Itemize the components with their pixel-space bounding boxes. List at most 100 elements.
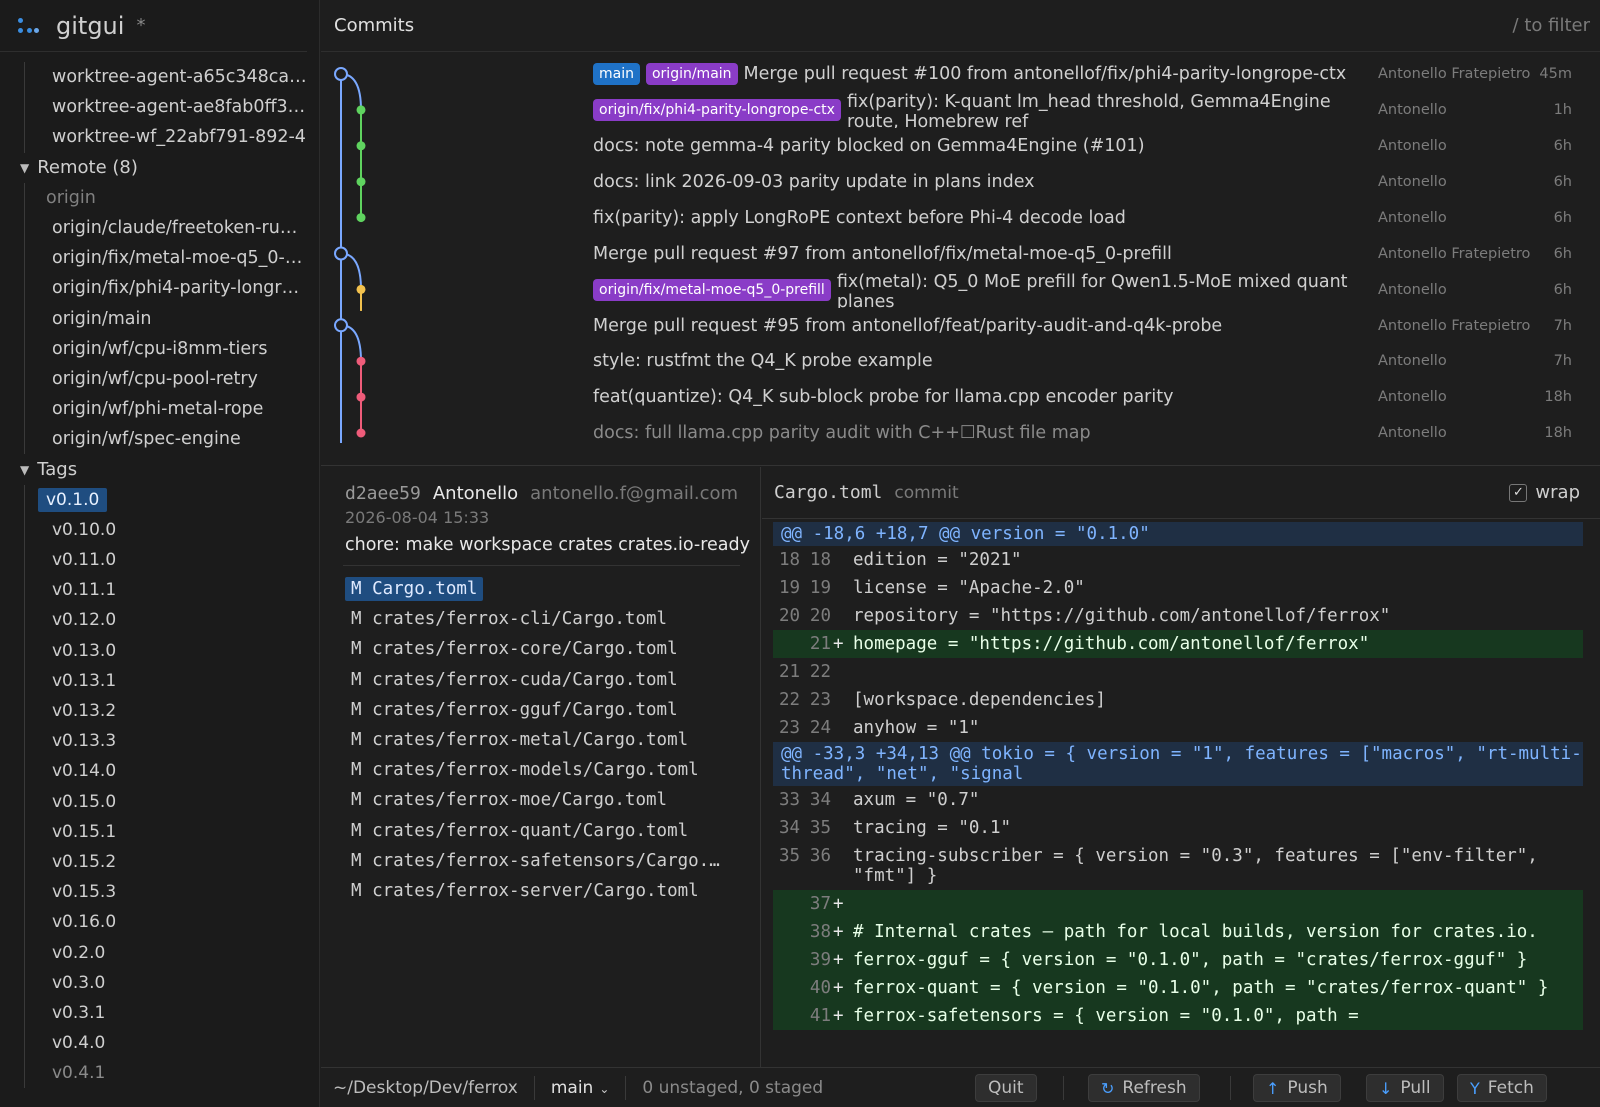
quit-button[interactable]: Quit bbox=[975, 1074, 1037, 1102]
old-line-number: 19 bbox=[779, 578, 801, 598]
line-text: ferrox-gguf = { version = "0.1.0", path … bbox=[853, 950, 1528, 970]
sidebar-group-remote[interactable]: ▼ Remote (8) bbox=[0, 153, 310, 183]
changed-file[interactable]: M crates/ferrox-models/Cargo.toml bbox=[345, 755, 745, 785]
sidebar-item-remote-branch[interactable]: origin/wf/cpu-pool-retry bbox=[0, 363, 310, 395]
sidebar-item-remote-branch[interactable]: origin/fix/phi4-parity-longr… bbox=[0, 273, 310, 304]
commit-subject: chore: make workspace crates crates.io-r… bbox=[345, 535, 750, 555]
sidebar-item-tag[interactable]: v0.1.0 bbox=[0, 484, 310, 515]
line-text: tracing = "0.1" bbox=[853, 818, 1012, 838]
sidebar-item-tag[interactable]: v0.15.3 bbox=[0, 877, 310, 908]
refresh-button[interactable]: ↻ Refresh bbox=[1088, 1074, 1200, 1102]
sidebar-item-worktree[interactable]: worktree-agent-ae8fab0ff3… bbox=[0, 92, 310, 123]
sidebar-item-remote-branch[interactable]: origin/claude/freetoken-ru… bbox=[0, 212, 310, 244]
changed-file[interactable]: M crates/ferrox-quant/Cargo.toml bbox=[345, 816, 745, 846]
commit-row[interactable]: main origin/main Merge pull request #100 f… bbox=[321, 56, 1600, 93]
commit-row[interactable]: docs: link 2026-09-03 parity update in p… bbox=[321, 164, 1600, 201]
diff-marker: + bbox=[833, 1006, 844, 1026]
commit-time: 18h bbox=[1544, 389, 1572, 406]
commit-row[interactable]: Merge pull request #95 from antonellof/f… bbox=[321, 307, 1600, 344]
commit-row[interactable]: docs: full llama.cpp parity audit with C… bbox=[321, 415, 1600, 452]
pull-button[interactable]: ↓ Pull bbox=[1366, 1074, 1444, 1102]
sidebar-item-tag[interactable]: v0.4.1 bbox=[0, 1058, 310, 1089]
new-line-number: 24 bbox=[809, 718, 831, 738]
line-numbers: 39 bbox=[773, 950, 833, 970]
ref-badge[interactable]: main bbox=[593, 63, 640, 86]
commit-sha[interactable]: d2aee59 bbox=[345, 483, 421, 504]
line-text bbox=[853, 894, 1583, 914]
diff-context-line: 21 22 bbox=[773, 658, 1583, 686]
sidebar-item-remote-branch[interactable]: origin/wf/spec-engine bbox=[0, 424, 310, 455]
sidebar-item-tag[interactable]: v0.15.1 bbox=[0, 816, 310, 847]
pull-label: Pull bbox=[1400, 1078, 1431, 1098]
sidebar-item-remote-branch[interactable]: origin/main bbox=[0, 303, 310, 334]
sidebar-item-worktree[interactable]: worktree-wf_22abf791-892-4 bbox=[0, 122, 310, 153]
sidebar-item-tag[interactable]: v0.11.1 bbox=[0, 575, 310, 606]
sidebar-item-tag[interactable]: v0.13.2 bbox=[0, 695, 310, 727]
fetch-button[interactable]: Y Fetch bbox=[1457, 1074, 1547, 1102]
push-button[interactable]: ↑ Push bbox=[1253, 1074, 1341, 1102]
file-path: M crates/ferrox-moe/Cargo.toml bbox=[351, 790, 668, 811]
sidebar-item-remote-branch[interactable]: origin/fix/metal-moe-q5_0-… bbox=[0, 243, 310, 274]
commit-message-cell: style: rustfmt the Q4_K probe example bbox=[593, 343, 1353, 379]
ref-list: worktree-agent-a65c348ca… worktree-agent-… bbox=[0, 62, 310, 1089]
sidebar-item-tag[interactable]: v0.3.0 bbox=[0, 967, 310, 998]
sidebar-item-tag[interactable]: v0.11.0 bbox=[0, 545, 310, 576]
sidebar-item-remote-branch[interactable]: origin/wf/phi-metal-rope bbox=[0, 394, 310, 425]
changed-file[interactable]: M crates/ferrox-server/Cargo.toml bbox=[345, 876, 745, 906]
sidebar-item-tag[interactable]: v0.13.0 bbox=[0, 635, 310, 666]
commit-row[interactable]: fix(parity): apply LongRoPE context befo… bbox=[321, 200, 1600, 237]
commit-row[interactable]: docs: note gemma-4 parity blocked on Gem… bbox=[321, 128, 1600, 165]
wrap-toggle[interactable]: ✓ wrap bbox=[1509, 482, 1580, 503]
checkbox-icon[interactable]: ✓ bbox=[1509, 483, 1528, 502]
changed-file[interactable]: M Cargo.toml bbox=[345, 574, 745, 604]
sidebar-item-tag[interactable]: v0.13.3 bbox=[0, 726, 310, 757]
changed-file[interactable]: M crates/ferrox-cli/Cargo.toml bbox=[345, 604, 745, 634]
ref-badge[interactable]: origin/fix/metal-moe-q5_0-prefill bbox=[593, 278, 831, 301]
sidebar-item-tag[interactable]: v0.13.1 bbox=[0, 665, 310, 696]
commit-author: Antonello bbox=[1378, 353, 1447, 370]
filter-hint[interactable]: / to filter bbox=[1513, 15, 1590, 36]
changed-file[interactable]: M crates/ferrox-gguf/Cargo.toml bbox=[345, 695, 745, 725]
sidebar-item-tag[interactable]: v0.15.2 bbox=[0, 846, 310, 878]
commit-row[interactable]: feat(quantize): Q4_K sub-block probe for… bbox=[321, 379, 1600, 416]
sidebar-item-tag[interactable]: v0.10.0 bbox=[0, 514, 310, 545]
sidebar-item-tag[interactable]: v0.4.0 bbox=[0, 1028, 310, 1059]
commit-row[interactable]: origin/fix/metal-moe-q5_0-prefill fix(met… bbox=[321, 271, 1600, 308]
ref-badge[interactable]: origin/main bbox=[645, 63, 738, 86]
commit-row[interactable]: origin/fix/phi4-parity-longrope-ctx fix(p… bbox=[321, 92, 1600, 129]
new-line-number: 37 bbox=[809, 894, 831, 914]
new-line-number: 22 bbox=[809, 662, 831, 682]
sidebar-item-tag[interactable]: v0.3.1 bbox=[0, 997, 310, 1028]
sidebar-item-tag[interactable]: v0.15.0 bbox=[0, 786, 310, 817]
chevron-down-icon: ⌄ bbox=[599, 1081, 610, 1096]
old-line-number: 20 bbox=[779, 606, 801, 626]
sidebar-item-remote-branch[interactable]: origin/wf/cpu-i8mm-tiers bbox=[0, 333, 310, 364]
new-line-number: 34 bbox=[809, 790, 831, 810]
sidebar-item-tag[interactable]: v0.12.0 bbox=[0, 605, 310, 636]
commit-row[interactable]: style: rustfmt the Q4_K probe example Ant… bbox=[321, 343, 1600, 380]
diff-header: Cargo.toml commit ✓ wrap bbox=[762, 467, 1600, 519]
changed-file[interactable]: M crates/ferrox-cuda/Cargo.toml bbox=[345, 665, 745, 695]
tag-label: v0.13.3 bbox=[52, 731, 117, 752]
changed-file[interactable]: M crates/ferrox-metal/Cargo.toml bbox=[345, 725, 745, 755]
triangle-down-icon: ▼ bbox=[20, 462, 30, 477]
sidebar-group-tags[interactable]: ▼ Tags bbox=[0, 454, 310, 484]
sidebar-item-tag[interactable]: v0.14.0 bbox=[0, 756, 310, 787]
commit-author: Antonello Fratepietro bbox=[1378, 317, 1531, 334]
divider bbox=[343, 565, 740, 566]
sidebar-item-tag[interactable]: v0.2.0 bbox=[0, 937, 310, 968]
ref-badge[interactable]: origin/fix/phi4-parity-longrope-ctx bbox=[593, 99, 841, 122]
old-line-number: 33 bbox=[779, 790, 801, 810]
changed-file[interactable]: M crates/ferrox-core/Cargo.toml bbox=[345, 634, 745, 664]
sidebar-item-worktree[interactable]: worktree-agent-a65c348ca… bbox=[0, 62, 310, 93]
changed-file[interactable]: M crates/ferrox-moe/Cargo.toml bbox=[345, 785, 745, 815]
sidebar-item-tag[interactable]: v0.16.0 bbox=[0, 907, 310, 938]
branch-selector[interactable]: main ⌄ bbox=[535, 1075, 627, 1100]
tag-label: v0.15.0 bbox=[52, 791, 117, 812]
refresh-label: Refresh bbox=[1122, 1078, 1187, 1098]
commit-author: Antonello bbox=[1378, 138, 1447, 155]
diff-marker: + bbox=[833, 922, 844, 942]
changed-file[interactable]: M crates/ferrox-safetensors/Cargo.… bbox=[345, 846, 745, 876]
commit-row[interactable]: Merge pull request #97 from antonellof/f… bbox=[321, 236, 1600, 273]
commit-author: Antonello bbox=[1378, 209, 1447, 226]
